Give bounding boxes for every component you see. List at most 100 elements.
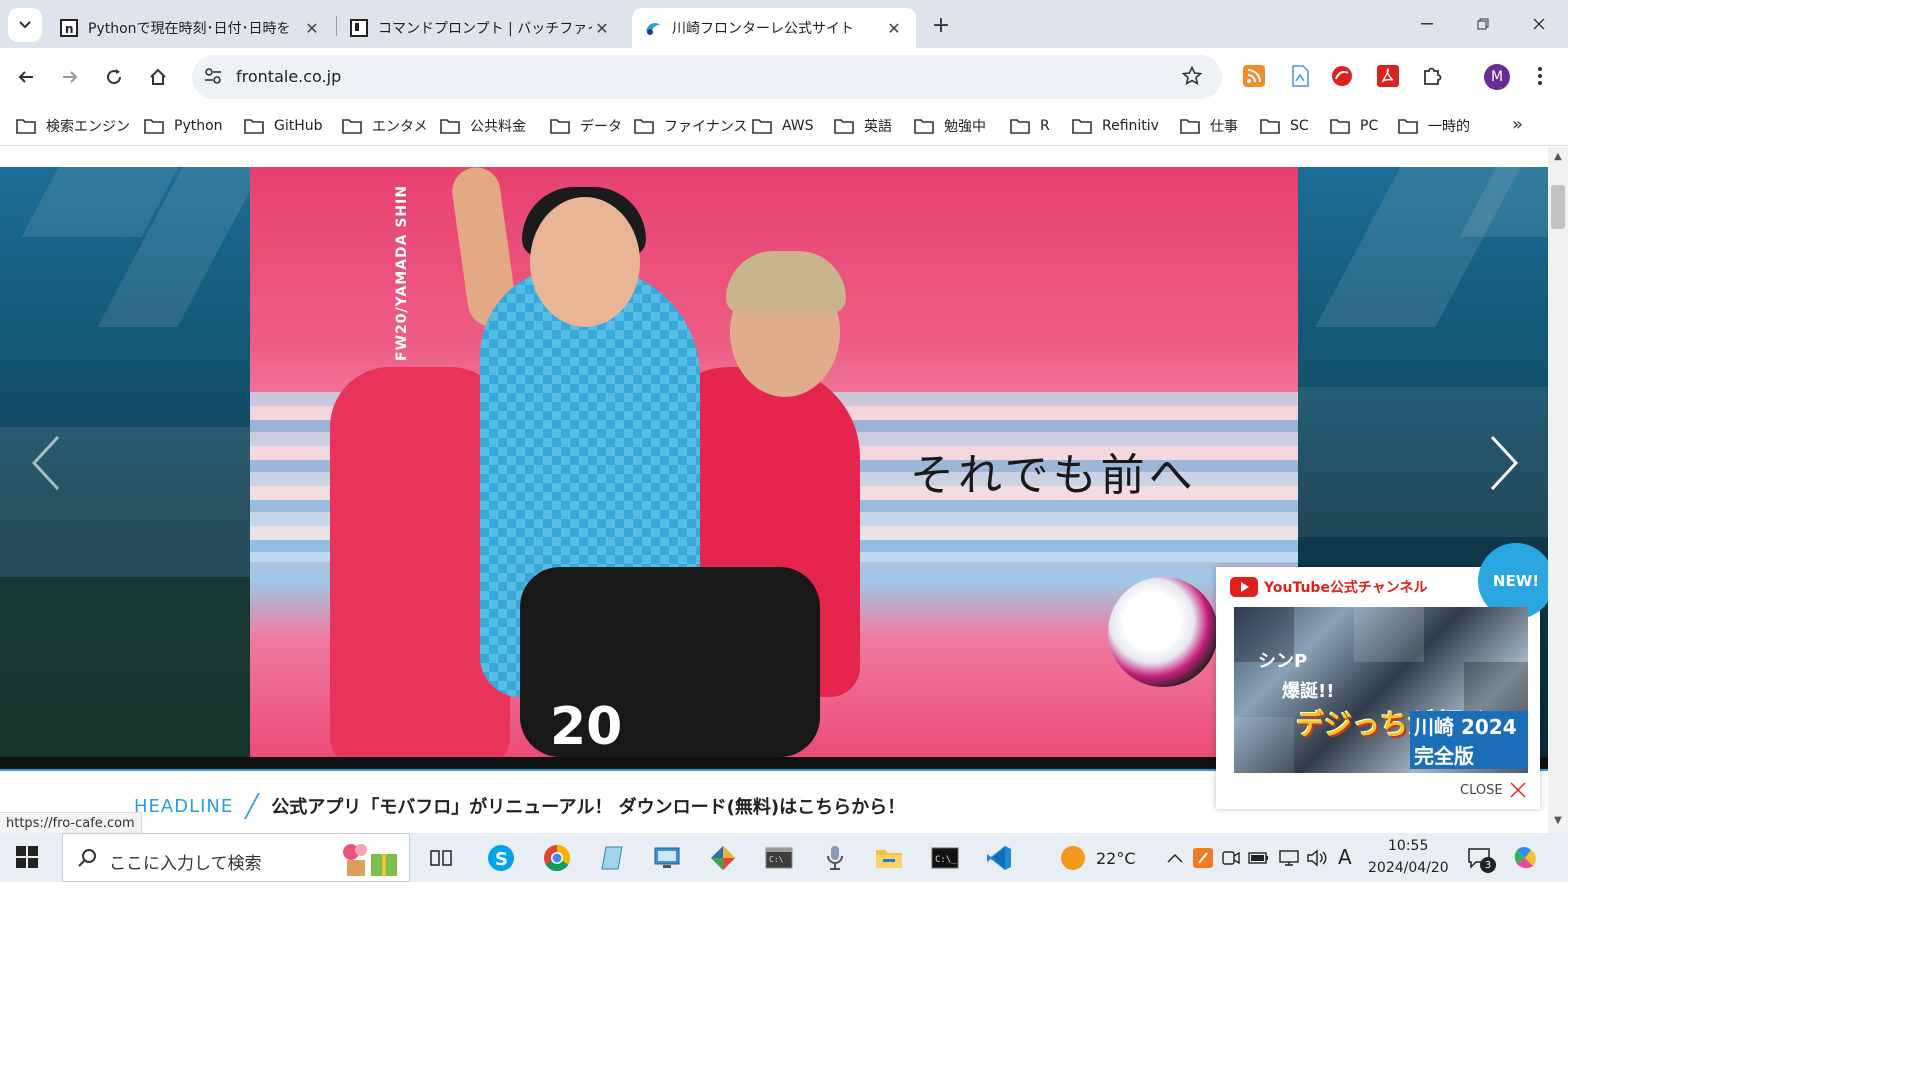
folder-icon [1398,119,1418,134]
bookmark-label: Refinitiv [1102,118,1159,134]
close-window-button[interactable] [1516,8,1562,40]
weather-temperature[interactable]: 22°C [1096,849,1136,868]
tab-frontale[interactable]: 川崎フロンターレ公式サイト ✕ [632,8,916,48]
minimize-button[interactable] [1404,8,1450,40]
bookmark-folder[interactable]: GitHub [244,114,323,138]
file-explorer-icon[interactable] [874,843,904,873]
pdf-extension-icon[interactable] [1376,64,1400,88]
command-prompt-icon[interactable]: C:\_ [930,843,960,873]
bookmark-folder[interactable]: Refinitiv [1072,114,1159,138]
close-tab-icon[interactable]: ✕ [592,18,612,38]
scrollbar-thumb[interactable] [1551,185,1565,229]
carousel-prev-button[interactable] [28,433,68,493]
restore-button[interactable] [1460,8,1506,40]
volume-icon[interactable] [1302,843,1332,873]
meet-now-icon[interactable] [1216,843,1246,873]
bookmark-folder[interactable]: ファイナンス [634,114,747,138]
youtube-popup-title: YouTube公式チャンネル [1264,580,1428,596]
network-icon[interactable] [1274,843,1304,873]
close-tab-icon[interactable]: ✕ [884,18,904,38]
document-extension-icon[interactable] [1288,64,1312,88]
tab-title: 川崎フロンターレ公式サイト [672,21,854,37]
close-tab-icon[interactable]: ✕ [302,18,322,38]
new-tab-button[interactable]: + [928,12,954,38]
tab-command-prompt[interactable]: コマンドプロンプト | バッチファイルか ✕ [338,8,624,48]
bookmarks-overflow-chevron-icon[interactable]: » [1512,114,1523,135]
bookmark-folder[interactable]: R [1010,114,1050,138]
start-button[interactable] [16,846,38,872]
copilot-preview-icon[interactable] [1512,843,1542,873]
chevron-left-icon [31,435,60,491]
search-highlight-image [335,840,401,882]
scroll-down-icon[interactable]: ▼ [1552,815,1564,826]
red-circle-extension-icon[interactable] [1330,64,1354,88]
home-button[interactable] [142,61,174,93]
youtube-popup-close-button[interactable]: CLOSE [1460,781,1527,799]
profile-avatar[interactable]: M [1484,64,1510,90]
bookmark-folder[interactable]: 一時的 [1398,114,1470,138]
scroll-up-icon[interactable]: ▲ [1552,151,1564,162]
ime-indicator[interactable]: A [1338,845,1352,869]
tab-title: コマンドプロンプト | バッチファイルか [378,21,592,37]
address-bar[interactable]: frontale.co.jp [192,55,1222,99]
snip-tool-icon[interactable] [708,843,738,873]
hero-slide[interactable]: 20 FW20/YAMADA SHIN それでも前へ [250,167,1298,757]
page-scrollbar[interactable]: ▲ ▼ [1548,147,1568,833]
tray-chevron-up-icon[interactable] [1160,843,1190,873]
battery-icon[interactable] [1244,843,1274,873]
carousel-next-button[interactable] [1484,433,1524,493]
bookmark-label: 検索エンジン [46,119,130,135]
tray-orange-app-icon[interactable] [1188,843,1218,873]
folder-icon [244,119,264,134]
forward-button[interactable] [54,61,86,93]
clock-time[interactable]: 10:55 [1388,838,1428,854]
tab-search-button[interactable] [8,8,42,42]
youtube-icon [1230,577,1258,597]
bookmark-folder[interactable]: SC [1260,114,1309,138]
rss-extension-icon[interactable] [1242,64,1266,88]
bookmark-folder[interactable]: 勉強中 [914,114,986,138]
weather-sun-icon[interactable] [1058,843,1088,873]
extensions-puzzle-icon[interactable] [1420,64,1444,88]
clock-date[interactable]: 2024/04/20 [1368,860,1449,876]
bookmark-folder[interactable]: 仕事 [1180,114,1238,138]
bookmark-folder[interactable]: AWS [752,114,814,138]
star-icon[interactable] [1181,65,1203,90]
youtube-video-thumbnail[interactable]: シンP 爆誕!! デジっちが行く! 川崎 2024 完全版 [1234,607,1528,773]
bookmark-label: 仕事 [1210,119,1238,135]
skype-icon[interactable]: S [486,843,516,873]
page-viewport: 20 FW20/YAMADA SHIN それでも前へ HEADLINE 公式アプ… [0,147,1548,833]
remote-desktop-icon[interactable] [652,843,682,873]
thumbnail-caption: 爆誕!! [1282,681,1335,702]
site-info-icon[interactable] [202,65,224,91]
bookmark-folder[interactable]: 公共料金 [440,114,526,138]
bookmark-folder[interactable]: Python [144,114,223,138]
headline-divider [244,793,261,819]
taskbar-search-box[interactable]: ここに入力して検索 [62,833,410,882]
tab-strip: n Pythonで現在時刻･日付･日時を ✕ コマンドプロンプト | バッチファ… [0,0,1568,48]
notifications-icon[interactable]: 3 [1464,843,1496,873]
headline-ticker[interactable]: HEADLINE 公式アプリ「モバフロ」がリニューアル！ ダウンロード(無料)は… [134,793,905,819]
terminal-window-icon[interactable]: C:\ [764,843,794,873]
bookmark-label: エンタメ [372,119,428,135]
bookmark-folder[interactable]: データ [550,114,622,138]
menu-kebab-icon[interactable] [1528,64,1552,88]
close-icon [1510,782,1526,798]
chrome-icon[interactable] [542,843,572,873]
notepad-app-icon[interactable] [598,843,628,873]
headline-link[interactable]: 公式アプリ「モバフロ」がリニューアル！ ダウンロード(無料)はこちらから！ [271,793,905,819]
vscode-icon[interactable] [984,843,1014,873]
bookmark-folder[interactable]: エンタメ [342,114,428,138]
svg-text:C:\_: C:\_ [935,855,957,865]
back-button[interactable] [10,61,42,93]
bookmark-folder[interactable]: 英語 [834,114,892,138]
browser-toolbar: frontale.co.jp M [0,48,1568,106]
tab-python-datetime[interactable]: n Pythonで現在時刻･日付･日時を ✕ [48,8,334,48]
windows-taskbar: ここに入力して検索 S C:\ C:\_ 22°C A 10:55 2024/0… [0,833,1568,882]
reload-button[interactable] [98,61,130,93]
bookmark-folder[interactable]: PC [1330,114,1378,138]
bookmark-folder[interactable]: 検索エンジン [16,114,130,138]
bookmark-label: SC [1290,118,1309,134]
microphone-icon[interactable] [820,843,850,873]
task-view-icon[interactable] [426,843,456,873]
